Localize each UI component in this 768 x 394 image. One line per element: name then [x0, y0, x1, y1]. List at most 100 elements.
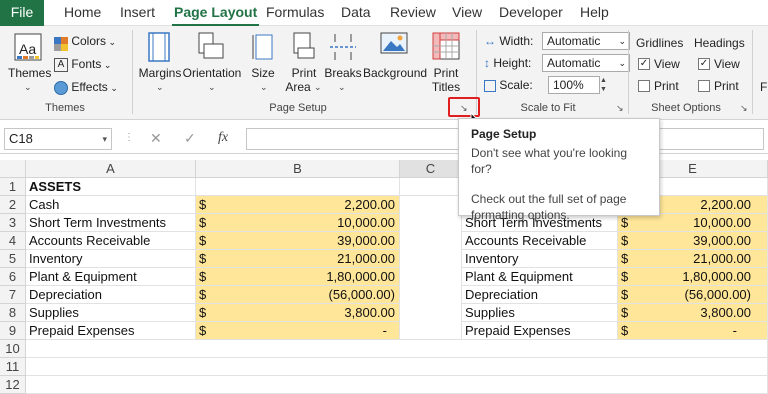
gridlines-print-checkbox[interactable] — [638, 80, 650, 92]
row-header[interactable]: 8 — [0, 304, 26, 322]
value-text: 39,000.00 — [693, 233, 751, 248]
cell-value[interactable]: $1,80,000.00 — [196, 268, 400, 286]
name-box[interactable]: C18 ▾ — [4, 128, 112, 150]
width-icon: ↔ — [484, 34, 496, 48]
row-header[interactable]: 5 — [0, 250, 26, 268]
column-header[interactable]: A — [26, 160, 196, 178]
value-text: 2,200.00 — [700, 197, 751, 212]
row-header[interactable]: 6 — [0, 268, 26, 286]
insert-function-icon[interactable]: fx — [218, 128, 228, 150]
cell-value[interactable]: $3,800.00 — [618, 304, 768, 322]
value-text: (56,000.00) — [684, 287, 752, 302]
tooltip-line-2: Check out the full set of page formattin… — [471, 192, 627, 222]
cell-value[interactable]: $ - — [196, 322, 400, 340]
row-header[interactable]: 9 — [0, 322, 26, 340]
cell-value[interactable]: $2,200.00 — [196, 196, 400, 214]
menu-insert[interactable]: Insert — [118, 0, 157, 26]
menu-review[interactable]: Review — [388, 0, 438, 26]
cell-item[interactable]: Supplies — [26, 304, 196, 322]
cell-value[interactable]: $39,000.00 — [618, 232, 768, 250]
menu-formulas[interactable]: Formulas — [264, 0, 326, 26]
cell-item[interactable]: Depreciation — [26, 286, 196, 304]
cell-value[interactable]: $21,000.00 — [618, 250, 768, 268]
cell-value[interactable]: $ (56,000.00) — [618, 286, 768, 304]
height-select[interactable]: Automatic ⌄ — [542, 54, 630, 72]
width-select[interactable]: Automatic ⌄ — [542, 32, 630, 50]
cancel-icon[interactable]: ✕ — [150, 128, 162, 150]
row-header[interactable]: 2 — [0, 196, 26, 214]
cell[interactable] — [400, 178, 462, 196]
value-text: 21,000.00 — [693, 251, 751, 266]
empty-row[interactable] — [26, 358, 768, 376]
column-header[interactable]: C — [400, 160, 462, 178]
height-icon: ↕ — [484, 56, 490, 70]
menu-data[interactable]: Data — [339, 0, 373, 26]
sheet-options-group-label: Sheet Options — [651, 102, 721, 114]
row-header[interactable]: 10 — [0, 340, 26, 358]
menu-help[interactable]: Help — [578, 0, 611, 26]
row-header[interactable]: 7 — [0, 286, 26, 304]
cell-item[interactable]: Accounts Receivable — [462, 232, 618, 250]
row-header[interactable]: 3 — [0, 214, 26, 232]
cell-value[interactable]: $21,000.00 — [196, 250, 400, 268]
breaks-icon — [330, 34, 356, 60]
cell-value[interactable]: $ (56,000.00) — [196, 286, 400, 304]
cell-value[interactable]: $3,800.00 — [196, 304, 400, 322]
row-header[interactable]: 4 — [0, 232, 26, 250]
currency-symbol: $ — [199, 215, 207, 230]
cell-item[interactable]: Inventory — [26, 250, 196, 268]
column-header[interactable]: B — [196, 160, 400, 178]
cell-item[interactable]: Plant & Equipment — [26, 268, 196, 286]
row-header[interactable]: 12 — [0, 376, 26, 394]
cell-item[interactable]: Short Term Investments — [26, 214, 196, 232]
scale-input[interactable]: 100% — [548, 76, 600, 94]
cell-item[interactable]: Depreciation — [462, 286, 618, 304]
column-c-cells[interactable] — [400, 196, 462, 340]
cell-item[interactable]: Accounts Receivable — [26, 232, 196, 250]
cell[interactable] — [196, 178, 400, 196]
cell-value[interactable]: $1,80,000.00 — [618, 268, 768, 286]
effects-button[interactable]: Effects ⌄ — [54, 78, 118, 96]
cell-item[interactable]: Supplies — [462, 304, 618, 322]
scale-spinner[interactable]: ▲ ▼ — [600, 76, 610, 94]
print-titles-icon — [432, 32, 460, 60]
currency-symbol: $ — [621, 269, 629, 284]
colors-button[interactable]: Colors ⌄ — [54, 32, 116, 51]
select-all-corner[interactable] — [0, 160, 26, 178]
page-setup-group-label: Page Setup — [269, 102, 327, 114]
cell-item[interactable]: Prepaid Expenses — [26, 322, 196, 340]
cell-item[interactable]: Prepaid Expenses — [462, 322, 618, 340]
menu-home[interactable]: Home — [62, 0, 103, 26]
cell-item[interactable]: Plant & Equipment — [462, 268, 618, 286]
sheet-options-dialog-launcher-icon[interactable]: ↘ — [740, 103, 750, 113]
empty-row[interactable] — [26, 340, 768, 358]
row-header[interactable]: 1 — [0, 178, 26, 196]
value-text: 1,80,000.00 — [326, 269, 395, 284]
cell-a1[interactable]: ASSETS — [26, 178, 196, 196]
cell-item[interactable]: Inventory — [462, 250, 618, 268]
menu-page-layout[interactable]: Page Layout — [172, 0, 260, 26]
themes-group-label: Themes — [45, 102, 85, 114]
row-header[interactable]: 11 — [0, 358, 26, 376]
scale-dialog-launcher-icon[interactable]: ↘ — [616, 103, 626, 113]
value-text: 2,200.00 — [344, 197, 395, 212]
menu-developer[interactable]: Developer — [497, 0, 565, 26]
gridlines-view-checkbox[interactable]: ✓ — [638, 58, 650, 70]
svg-text:Aa: Aa — [19, 41, 36, 57]
cell-item[interactable]: Cash — [26, 196, 196, 214]
enter-icon[interactable]: ✓ — [184, 128, 196, 150]
headings-view-checkbox[interactable]: ✓ — [698, 58, 710, 70]
cell-value[interactable]: $10,000.00 — [196, 214, 400, 232]
effects-label: Effects — [71, 80, 108, 94]
cell-value[interactable]: $39,000.00 — [196, 232, 400, 250]
fonts-button[interactable]: A Fonts ⌄ — [54, 55, 111, 73]
currency-symbol: $ — [621, 233, 629, 248]
menu-view[interactable]: View — [450, 0, 484, 26]
height-value: Automatic — [547, 56, 601, 70]
width-chevron-icon: ⌄ — [618, 36, 626, 46]
cell-value[interactable]: $ - — [618, 322, 768, 340]
menu-file[interactable]: File — [0, 0, 44, 26]
empty-row[interactable] — [26, 376, 768, 394]
headings-print-checkbox[interactable] — [698, 80, 710, 92]
width-label: Width: — [499, 34, 534, 48]
